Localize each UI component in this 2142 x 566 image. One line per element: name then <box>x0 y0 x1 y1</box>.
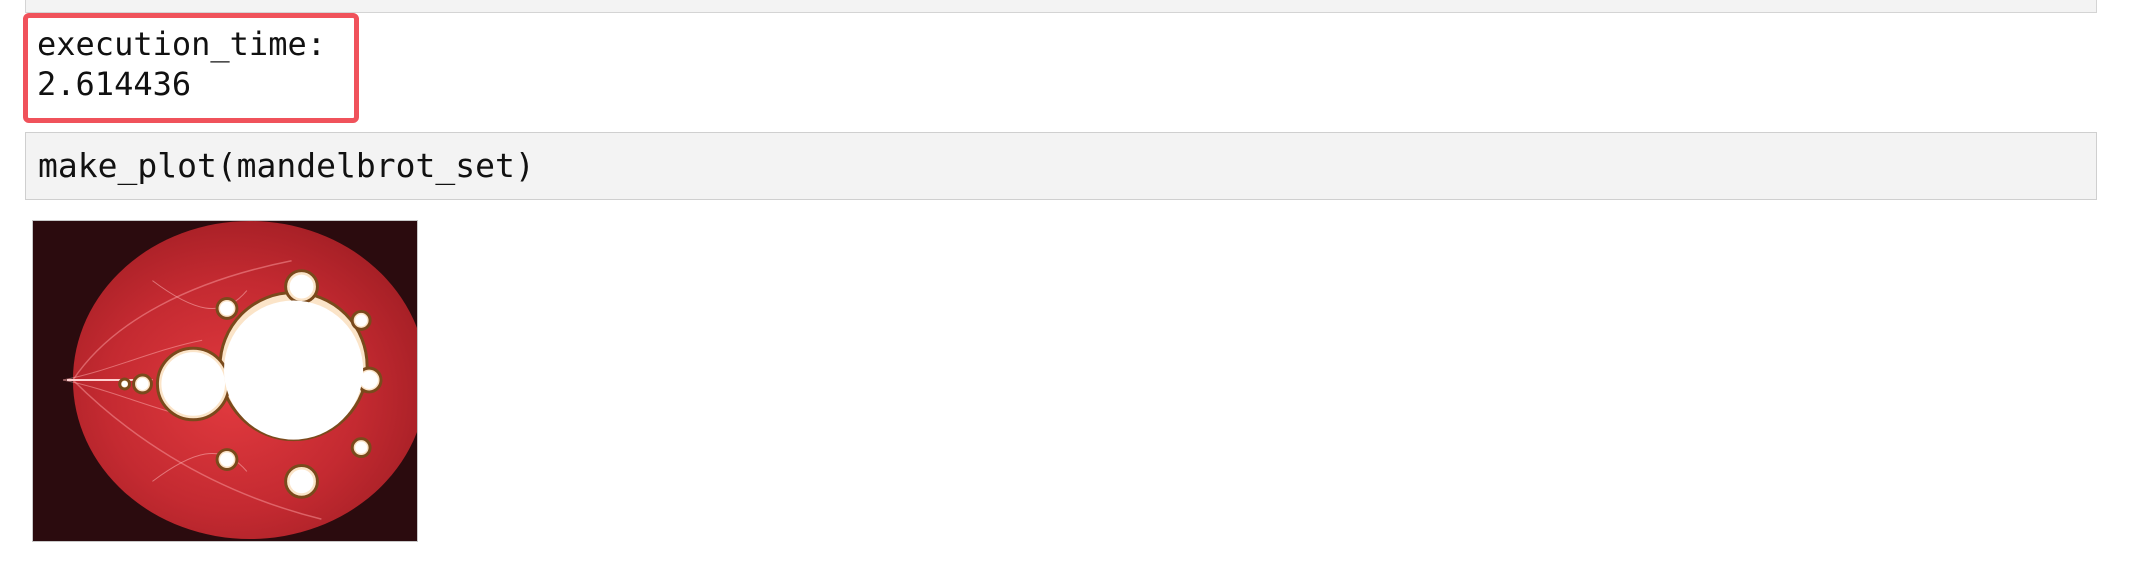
cell-prompt: : <box>0 148 6 188</box>
cell-output: execution_time: 2.614436 <box>37 24 326 104</box>
mandelbrot-plot-image <box>32 220 418 542</box>
output-value: 2.614436 <box>37 65 192 103</box>
code-cell-input[interactable]: make_plot(mandelbrot_set) <box>25 132 2097 200</box>
output-label: execution_time: <box>37 25 326 63</box>
code-text: make_plot(mandelbrot_set) <box>38 146 535 185</box>
previous-cell-input-area[interactable] <box>25 0 2097 13</box>
